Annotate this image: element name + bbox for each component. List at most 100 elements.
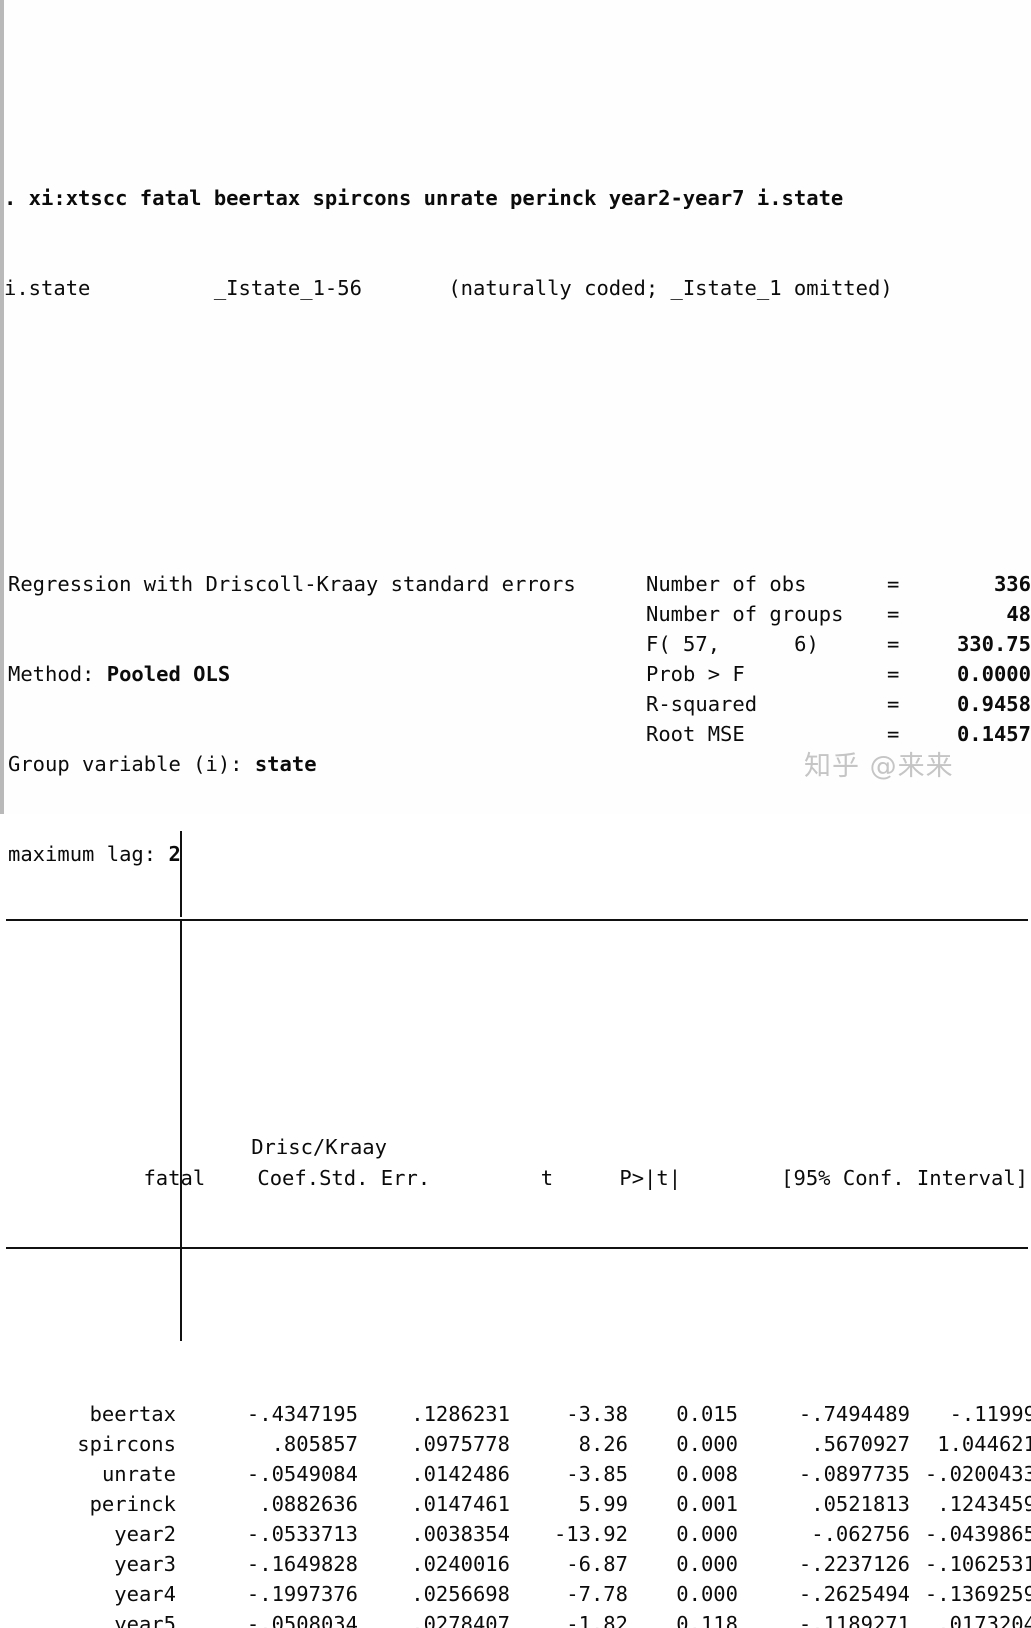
model-stat-value: 48 [1006, 602, 1031, 626]
group-variable-label: Group variable (i): [8, 752, 255, 776]
coef-row-std-err: .0038354 [411, 1522, 510, 1546]
model-stat-label: Prob > F [646, 662, 745, 686]
model-stat-row: Root MSE = 0.1457 [646, 719, 1031, 749]
table-body: beertax -.4347195 .1286231 -3.38 0.015 -.7494… [4, 1339, 1031, 1628]
table-row: year5 -.0508034 .0278407 -1.82 0.118 -.118927… [6, 1609, 1031, 1628]
coef-row-p-value: 0.000 [676, 1522, 738, 1546]
coef-row-std-err: .0147461 [411, 1492, 510, 1516]
table-row: year2 -.0533713 .0038354 -13.92 0.000 -.06275… [6, 1519, 1031, 1549]
coef-row-std-err: .0975778 [411, 1432, 510, 1456]
table-body-grid: beertax -.4347195 .1286231 -3.38 0.015 -.7494… [6, 1399, 1031, 1628]
model-header-stats: Number of obs = 336 Number of groups = 48 F( 5… [646, 509, 1031, 809]
model-stat-row: Number of obs = 336 [646, 569, 1031, 599]
coef-row-ci-lower: -.2237126 [798, 1552, 910, 1576]
coef-row-p-value: 0.001 [676, 1492, 738, 1516]
table-row: year4 -.1997376 .0256698 -7.78 0.000 -.262549… [6, 1579, 1031, 1609]
coef-row-gap [184, 1579, 192, 1609]
model-stat-equals: = [886, 662, 900, 686]
coef-row-coefficient: .0882636 [259, 1492, 358, 1516]
coef-row-ci-lower: -.7494489 [798, 1402, 910, 1426]
model-stat-value: 0.1457 [956, 722, 1031, 746]
coef-row-ci-upper: -.0439865 [924, 1522, 1031, 1546]
spanner-row: Drisc/Kraay [6, 1131, 1028, 1163]
model-stat-value: 330.75 [956, 632, 1031, 656]
spanner-drisc-kraay: Drisc/Kraay [251, 1135, 387, 1159]
model-stat-equals: = [886, 692, 900, 716]
table-row: unrate -.0549084 .0142486 -3.85 0.008 -.08977… [6, 1459, 1031, 1489]
method-value: Pooled OLS [106, 662, 231, 686]
model-stat-label: R-squared [646, 692, 758, 716]
coef-row-varname: year5 [114, 1612, 176, 1628]
header-std-err: Std. Err. [319, 1166, 431, 1190]
table-row: beertax -.4347195 .1286231 -3.38 0.015 -.7494… [6, 1399, 1031, 1429]
coef-row-p-value: 0.118 [676, 1612, 738, 1628]
table-vertical-separator-head [180, 831, 182, 917]
coef-row-varname: spircons [77, 1432, 176, 1456]
coef-row-gap [184, 1459, 192, 1489]
header-t: t [540, 1166, 554, 1190]
coef-row-coefficient: -.1997376 [246, 1582, 358, 1606]
xi-expansion-line: i.state _Istate_1-56 (naturally coded; _… [4, 273, 1031, 303]
coef-row-varname: year4 [114, 1582, 176, 1606]
spanner-blank-t [416, 1131, 553, 1163]
coef-row-t-stat: 5.99 [578, 1492, 628, 1516]
model-stat-label: Number of groups [646, 602, 844, 626]
coefficient-table: Drisc/Kraay fatal Coef. Std. Err. t P>|t… [4, 829, 1031, 1628]
coef-row-ci-lower: .5670927 [811, 1432, 910, 1456]
table-top-rule [6, 919, 1028, 921]
coef-row-coefficient: -.0533713 [246, 1522, 358, 1546]
model-stat-equals: = [886, 572, 900, 596]
model-stat-label: Number of obs [646, 572, 807, 596]
spanner-blank-p [553, 1131, 681, 1163]
coef-row-t-stat: 8.26 [578, 1432, 628, 1456]
stata-results-console[interactable]: . xi:xtscc fatal beertax spircons unrate… [4, 0, 1031, 1628]
coef-row-gap [184, 1549, 192, 1579]
group-variable-value: state [254, 752, 317, 776]
model-stat-row: R-squared = 0.9458 [646, 689, 1031, 719]
table-head-grid: Drisc/Kraay fatal Coef. Std. Err. t P>|t… [6, 1131, 1028, 1193]
xi-expansion-varname: i.state [4, 276, 91, 300]
xi-expansion-spacer-1 [90, 276, 213, 300]
header-gap [213, 1163, 222, 1193]
method-line: Method: Pooled OLS [8, 659, 576, 689]
model-stat-label: Root MSE [646, 722, 745, 746]
coef-row-std-err: .0278407 [411, 1612, 510, 1628]
model-stat-value: 0.0000 [956, 662, 1031, 686]
table-row: year3 -.1649828 .0240016 -6.87 0.000 -.223712… [6, 1549, 1031, 1579]
spanner-blank-hi [881, 1131, 1028, 1163]
coef-row-p-value: 0.000 [676, 1432, 738, 1456]
xi-expansion-range: _Istate_1-56 [213, 276, 362, 300]
coef-row-p-value: 0.015 [676, 1402, 738, 1426]
model-stat-row: Number of groups = 48 [646, 599, 1031, 629]
coef-row-ci-upper: -.11999 [949, 1402, 1031, 1426]
model-stat-row: Prob > F = 0.0000 [646, 659, 1031, 689]
group-variable-line: Group variable (i): state [8, 749, 576, 779]
coef-row-std-err: .0240016 [411, 1552, 510, 1576]
coef-row-ci-lower: -.2625494 [798, 1582, 910, 1606]
header-conf-interval: [95% Conf. Interval] [781, 1166, 1028, 1190]
table-header-rule [6, 1247, 1028, 1249]
coef-row-std-err: .0142486 [411, 1462, 510, 1486]
coef-row-varname: year3 [114, 1552, 176, 1576]
model-stat-label: F( 57, 6) [646, 632, 819, 656]
coef-row-p-value: 0.008 [676, 1462, 738, 1486]
coef-row-ci-lower: -.0897735 [798, 1462, 910, 1486]
model-stat-equals: = [886, 632, 900, 656]
model-stat-equals: = [886, 722, 900, 746]
coef-row-t-stat: -3.85 [566, 1462, 628, 1486]
coef-row-ci-upper: 1.044621 [937, 1432, 1031, 1456]
coef-row-ci-lower: -.062756 [811, 1522, 910, 1546]
coef-row-ci-upper: -.1369259 [924, 1582, 1031, 1606]
coef-row-ci-upper: .0173204 [937, 1612, 1031, 1628]
coef-row-gap [184, 1399, 192, 1429]
spanner-blank-lo [681, 1131, 881, 1163]
model-stat-value: 336 [993, 572, 1031, 596]
spanner-gap [213, 1131, 222, 1163]
coef-row-varname: year2 [114, 1522, 176, 1546]
coef-row-coefficient: .805857 [271, 1432, 358, 1456]
coef-row-ci-lower: -.1189271 [798, 1612, 910, 1628]
coef-row-ci-upper: -.1062531 [924, 1552, 1031, 1576]
column-header-row: fatal Coef. Std. Err. t P>|t| [95% Conf.… [6, 1163, 1028, 1193]
coef-row-ci-upper: .1243459 [937, 1492, 1031, 1516]
header-coef: Coef. [257, 1166, 320, 1190]
